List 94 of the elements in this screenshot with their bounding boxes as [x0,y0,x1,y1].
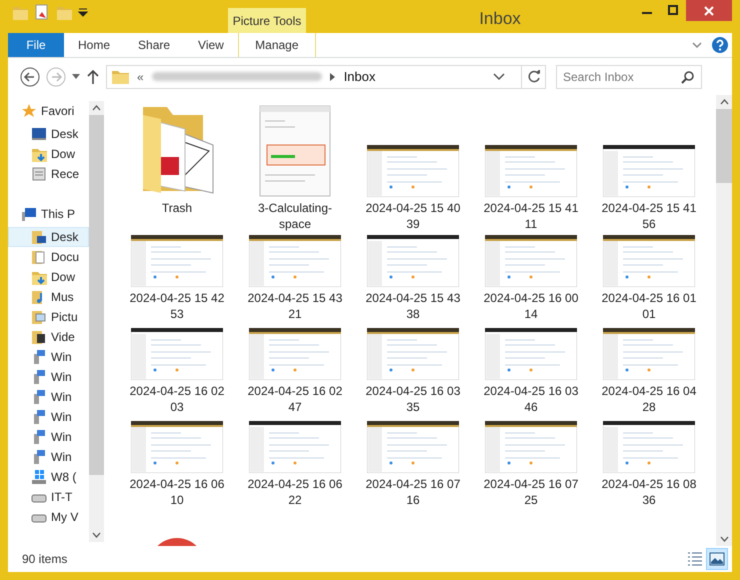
pc-icon [21,206,37,222]
file-name[interactable]: 2024-04-25 15 42 53 [125,290,229,322]
nav-item[interactable]: IT-T [8,487,89,507]
path-overflow[interactable]: « [137,68,144,86]
file-name[interactable]: 2024-04-25 16 02 03 [125,383,229,415]
ribbon-tab[interactable]: Manage [238,33,316,57]
nav-item[interactable]: Desk [8,227,89,247]
file-name[interactable]: Trash [125,200,229,216]
scrollbar[interactable] [716,95,732,546]
file-name[interactable]: 2024-04-25 16 03 35 [361,383,465,415]
scroll-down-icon[interactable] [92,532,101,538]
nav-item[interactable]: Rece [8,164,89,184]
up-icon[interactable] [86,68,100,84]
file-name[interactable]: 2024-04-25 15 43 21 [243,290,347,322]
nav-item[interactable]: Win [8,407,89,427]
file-name[interactable]: 2024-04-25 16 04 28 [597,383,701,415]
netdrive-icon [31,409,47,425]
help-icon[interactable] [712,37,728,53]
windrive-icon [31,469,47,485]
file-name[interactable]: 2024-04-25 15 41 56 [597,200,701,232]
scrollbar-thumb[interactable] [89,115,104,475]
nav-item[interactable]: Win [8,427,89,447]
scroll-up-icon[interactable] [720,99,728,105]
file-name[interactable]: 2024-04-25 15 41 11 [479,200,583,232]
nav-item[interactable]: Mus [8,287,89,307]
nav-item[interactable]: Docu [8,247,89,267]
search-icon[interactable] [681,70,695,84]
breadcrumb-arrow-icon[interactable] [330,72,336,80]
details-view-icon [686,550,704,568]
pic-icon [31,309,47,325]
context-tab-header: Picture Tools [228,8,306,33]
star-icon [21,103,37,119]
path-segment[interactable]: Inbox [344,66,485,86]
nav-item[interactable]: Dow [8,144,89,164]
file-tab[interactable]: File [8,33,64,57]
properties-icon[interactable] [34,4,50,20]
nav-item[interactable]: Win [8,367,89,387]
file-name[interactable]: 2024-04-25 16 06 10 [125,476,229,508]
item-count: 90 items [22,551,68,568]
file-name[interactable]: 2024-04-25 16 07 25 [479,476,583,508]
minimize-icon [642,12,652,14]
nav-item[interactable]: Win [8,347,89,367]
nav-item[interactable]: Favori [8,101,89,121]
video-icon [31,329,47,345]
file-name[interactable]: 2024-04-25 15 40 39 [361,200,465,232]
address-bar[interactable]: « Inbox [106,64,546,88]
file-name[interactable]: 3-Calculating-space [243,200,347,232]
file-name[interactable]: 2024-04-25 16 08 36 [597,476,701,508]
netdrive-icon [31,389,47,405]
refresh-icon [526,70,540,84]
desktop-icon [31,126,47,142]
ribbon-tab[interactable]: Share [124,33,184,57]
scroll-up-icon[interactable] [92,105,101,111]
file-name[interactable]: 2024-04-25 16 03 46 [479,383,583,415]
nav-item[interactable]: This P [8,204,89,224]
desktop-icon [31,229,47,245]
scroll-down-icon[interactable] [720,536,728,542]
close-button[interactable] [686,0,732,21]
file-name[interactable]: 2024-04-25 16 02 47 [243,383,347,415]
netdrive-icon [31,369,47,385]
file-name[interactable]: 2024-04-25 16 07 16 [361,476,465,508]
file-name[interactable]: 2024-04-25 16 01 01 [597,290,701,322]
history-dropdown-icon[interactable] [72,74,80,80]
ribbon-tab[interactable]: Home [64,33,124,57]
recent-icon [31,166,47,182]
netdrive-icon [31,429,47,445]
scrollbar-thumb[interactable] [716,109,732,183]
nav-item[interactable]: My V [8,507,89,527]
nav-item[interactable]: Dow [8,267,89,287]
scrollbar[interactable] [89,101,104,542]
address-dropdown-icon[interactable] [493,72,505,80]
download-icon [31,146,47,162]
close-icon [704,6,714,16]
search-field[interactable]: Search Inbox [556,64,702,88]
download-icon [31,269,47,285]
window-title: Inbox [478,8,522,30]
dropdown-icon[interactable] [78,7,88,17]
large-icons-view-icon [708,550,726,568]
netdrive-icon [31,449,47,465]
netdrive-icon [31,349,47,365]
nav-item[interactable]: Win [8,387,89,407]
file-name[interactable]: 2024-04-25 15 43 38 [361,290,465,322]
back-icon[interactable] [20,66,40,86]
ribbon-tab[interactable]: View [184,33,238,57]
nav-item[interactable]: W8 ( [8,467,89,487]
nav-item[interactable]: Desk [8,124,89,144]
doc-icon [31,249,47,265]
file-name[interactable]: 2024-04-25 16 00 14 [479,290,583,322]
large-icons-view-button[interactable] [706,548,728,570]
nav-item[interactable]: Win [8,447,89,467]
maximize-icon [668,5,678,15]
nav-item[interactable]: Pictu [8,307,89,327]
file-name[interactable]: 2024-04-25 16 06 22 [243,476,347,508]
nav-item[interactable]: Vide [8,327,89,347]
